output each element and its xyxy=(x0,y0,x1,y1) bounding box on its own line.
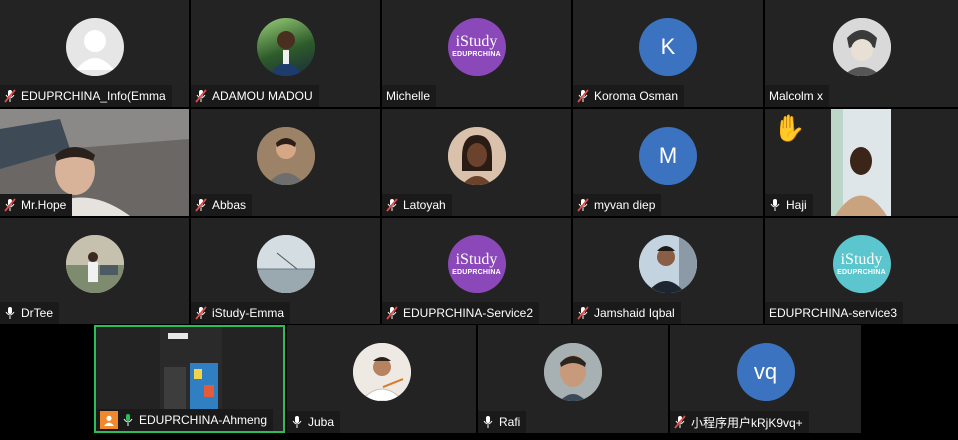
participant-name-label: EDUPRCHINA-service3 xyxy=(765,302,904,324)
mic-muted-icon xyxy=(195,306,207,320)
participant-name-label: ADAMOU MADOU xyxy=(191,85,319,107)
mic-on-icon xyxy=(4,306,16,320)
default-avatar xyxy=(65,17,124,76)
participant-name-label: Rafi xyxy=(478,411,527,433)
mic-muted-icon xyxy=(4,198,16,212)
participant-name-label: DrTee xyxy=(0,302,60,324)
participant-name: Malcolm x xyxy=(769,89,824,103)
mic-on-icon xyxy=(122,413,134,427)
participant-name-label: Jamshaid Iqbal xyxy=(573,302,681,324)
participant-name-label: Michelle xyxy=(382,85,437,107)
participant-tile-video[interactable]: Mr.Hope xyxy=(0,109,189,216)
profile-photo xyxy=(65,235,124,294)
participant-name-label: EDUPRCHINA_Info(Emma xyxy=(0,85,172,107)
participant-name-label: Haji xyxy=(765,194,813,216)
participant-name: myvan diep xyxy=(594,198,656,212)
participant-name: Juba xyxy=(308,415,335,429)
participant-tile[interactable]: Abbas xyxy=(191,109,380,216)
participant-tile[interactable]: DrTee xyxy=(0,218,189,324)
participant-name-label: Juba xyxy=(287,411,341,433)
participant-name: Latoyah xyxy=(403,198,446,212)
participant-name: Mr.Hope xyxy=(21,198,67,212)
mic-muted-icon xyxy=(674,415,686,429)
participant-tile[interactable]: K Koroma Osman xyxy=(573,0,763,107)
participant-name: Michelle xyxy=(386,89,431,103)
profile-photo xyxy=(832,17,891,76)
participant-name-label: EDUPRCHINA-Service2 xyxy=(382,302,540,324)
mic-muted-icon xyxy=(577,306,589,320)
istudy-logo-avatar: iStudy EDUPRCHINA xyxy=(832,235,891,294)
mic-on-icon xyxy=(482,415,494,429)
participant-tile[interactable]: Malcolm x xyxy=(765,0,958,107)
mic-on-icon xyxy=(291,415,303,429)
mic-muted-icon xyxy=(4,89,16,103)
participant-tile[interactable]: iStudy EDUPRCHINA EDUPRCHINA-service3 xyxy=(765,218,958,324)
profile-photo xyxy=(256,17,315,76)
profile-photo xyxy=(447,126,506,185)
profile-photo xyxy=(352,343,411,402)
participant-name-label: Mr.Hope xyxy=(0,194,73,216)
participant-name-label: iStudy-Emma xyxy=(191,302,291,324)
participant-name-label: Malcolm x xyxy=(765,85,830,107)
initials-avatar: K xyxy=(639,17,697,76)
participant-tile[interactable]: EDUPRCHINA_Info(Emma xyxy=(0,0,189,107)
mic-muted-icon xyxy=(195,198,207,212)
participant-tile-video[interactable]: ✋ Haji xyxy=(765,109,958,216)
participant-tile[interactable]: Rafi xyxy=(478,325,668,433)
participant-name: DrTee xyxy=(21,306,54,320)
participant-name-label: Koroma Osman xyxy=(573,85,685,107)
participant-name: Koroma Osman xyxy=(594,89,679,103)
participant-tile[interactable]: M myvan diep xyxy=(573,109,763,216)
mic-on-icon xyxy=(769,198,781,212)
mic-muted-icon xyxy=(386,198,398,212)
participant-tile[interactable]: iStudy EDUPRCHINA Michelle xyxy=(382,0,571,107)
initials-avatar: M xyxy=(639,126,697,185)
profile-photo xyxy=(639,235,697,294)
participant-name: iStudy-Emma xyxy=(212,306,285,320)
participant-tile[interactable]: Juba xyxy=(287,325,476,433)
participant-name: Haji xyxy=(786,198,807,212)
participant-tile[interactable]: ADAMOU MADOU xyxy=(191,0,380,107)
participant-name: Rafi xyxy=(499,415,521,429)
participant-tile[interactable]: vq 小程序用户kRjK9vq+ xyxy=(670,325,861,433)
user-icon xyxy=(100,411,118,429)
participant-name: Abbas xyxy=(212,198,247,212)
istudy-logo-avatar: iStudy EDUPRCHINA xyxy=(447,17,506,76)
mic-muted-icon xyxy=(195,89,207,103)
participant-name: EDUPRCHINA-service3 xyxy=(769,306,898,320)
mic-muted-icon xyxy=(577,198,589,212)
mic-muted-icon xyxy=(577,89,589,103)
participant-tile[interactable]: iStudy EDUPRCHINA EDUPRCHINA-Service2 xyxy=(382,218,571,324)
participant-name-label: myvan diep xyxy=(573,194,662,216)
profile-photo xyxy=(256,126,315,185)
mic-muted-icon xyxy=(386,306,398,320)
participant-name-label: Latoyah xyxy=(382,194,452,216)
raised-hand-icon: ✋ xyxy=(773,113,806,143)
participant-tile-active-speaker[interactable]: EDUPRCHINA-Ahmeng xyxy=(94,325,285,433)
participant-name: EDUPRCHINA-Service2 xyxy=(403,306,534,320)
participant-name: ADAMOU MADOU xyxy=(212,89,313,103)
participant-name: EDUPRCHINA_Info(Emma xyxy=(21,89,166,103)
participant-tile[interactable]: Jamshaid Iqbal xyxy=(573,218,763,324)
istudy-logo-avatar: iStudy EDUPRCHINA xyxy=(447,235,506,294)
profile-photo xyxy=(256,235,315,294)
participant-name: EDUPRCHINA-Ahmeng xyxy=(139,413,268,427)
participant-tile[interactable]: Latoyah xyxy=(382,109,571,216)
participant-name-label: Abbas xyxy=(191,194,253,216)
initials-avatar: vq xyxy=(736,343,795,402)
participant-name-label: 小程序用户kRjK9vq+ xyxy=(670,411,809,433)
video-feed xyxy=(831,109,891,216)
participant-tile[interactable]: iStudy-Emma xyxy=(191,218,380,324)
participant-name: 小程序用户kRjK9vq+ xyxy=(691,415,803,430)
profile-photo xyxy=(544,343,602,402)
participant-name-label: EDUPRCHINA-Ahmeng xyxy=(96,409,274,431)
participant-name: Jamshaid Iqbal xyxy=(594,306,675,320)
